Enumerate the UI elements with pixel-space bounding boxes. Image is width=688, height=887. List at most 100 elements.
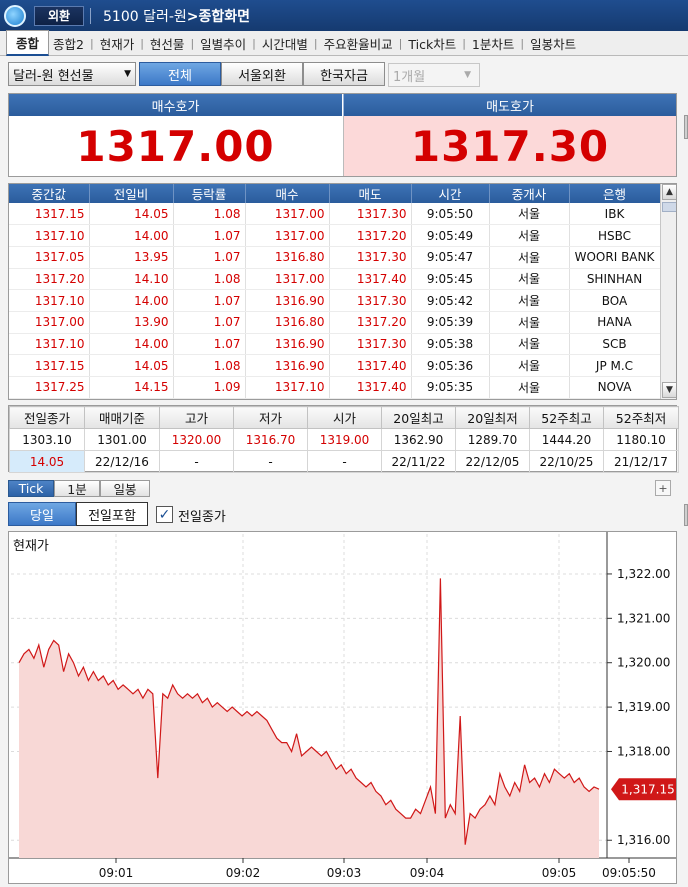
bid-value: 1317.00 xyxy=(245,268,330,291)
change-value: 14.05 xyxy=(89,354,174,377)
ask-value: 1317.40 xyxy=(329,376,412,399)
x-tick-label: 09:03 xyxy=(327,866,362,880)
col-header-broker[interactable]: 중개사 xyxy=(489,184,570,203)
mid-value: 1317.10 xyxy=(9,289,90,312)
tab-tick[interactable]: Tick xyxy=(8,480,54,497)
instrument-select[interactable]: 달러-원 현선물 ▼ xyxy=(8,62,136,86)
broker-value: 서울 xyxy=(489,246,570,269)
change-rate-value: 1.07 xyxy=(173,246,246,269)
tab-daily-trend[interactable]: 일별추이 xyxy=(196,34,250,53)
y-tick-label: 1,318.00 xyxy=(617,744,670,758)
tab-divider: | xyxy=(313,36,318,50)
change-value: 14.00 xyxy=(89,289,174,312)
tab-tick-chart[interactable]: Tick차트 xyxy=(404,34,460,53)
table-row[interactable]: 1317.15 14.05 1.08 1316.90 1317.40 9:05:36 서울 J… xyxy=(9,354,661,377)
table-row[interactable]: 1317.00 13.90 1.07 1316.80 1317.20 9:05:39 서울 H… xyxy=(9,311,661,334)
bank-value: IBK xyxy=(569,203,661,226)
y-tick-label: 1,321.00 xyxy=(617,611,670,625)
change-value: 13.90 xyxy=(89,311,174,334)
summary-header: 20일최고 xyxy=(381,406,456,429)
y-tick-label: 1,319.00 xyxy=(617,700,670,714)
col-header-bank[interactable]: 은행 xyxy=(569,184,661,203)
tab-1min-chart[interactable]: 1분차트 xyxy=(468,34,518,53)
tab-overview2[interactable]: 종합2 xyxy=(49,34,88,53)
tab-overview[interactable]: 종합 xyxy=(6,30,50,56)
prev-close-checkbox[interactable]: ✓ xyxy=(156,506,173,523)
change-value: 14.00 xyxy=(89,333,174,356)
change-rate-value: 1.07 xyxy=(173,289,246,312)
low-20d-date: 22/12/05 xyxy=(455,450,530,473)
high-20d-date: 22/11/22 xyxy=(381,450,456,473)
summary-header: 고가 xyxy=(159,406,234,429)
bank-value: JP M.C xyxy=(569,354,661,377)
tab-daily-chart[interactable]: 일봉차트 xyxy=(526,34,580,53)
table-row[interactable]: 1317.10 14.00 1.07 1316.90 1317.30 9:05:38 서울 S… xyxy=(9,333,661,356)
table-row[interactable]: 1317.20 14.10 1.08 1317.00 1317.40 9:05:45 서울 S… xyxy=(9,268,661,291)
table-row[interactable]: 1317.10 14.00 1.07 1317.00 1317.20 9:05:49 서울 H… xyxy=(9,224,661,247)
tab-daily[interactable]: 일봉 xyxy=(100,480,150,497)
trade-scrollbar[interactable]: ▲ ▼ xyxy=(660,184,676,399)
chevron-down-icon: ▼ xyxy=(124,69,131,79)
tab-rate-compare[interactable]: 주요환율비교 xyxy=(320,34,397,53)
bank-value: BOA xyxy=(569,289,661,312)
tab-divider: | xyxy=(252,36,256,50)
change-rate-value: 1.08 xyxy=(173,203,246,226)
current-price-label: 1,317.15 xyxy=(621,783,674,797)
filter-all-button[interactable]: 전체 xyxy=(139,62,221,86)
summary-header: 52주최저 xyxy=(603,406,679,429)
today-button[interactable]: 당일 xyxy=(8,502,76,526)
table-row[interactable]: 1317.05 13.95 1.07 1316.80 1317.30 9:05:47 서울 W… xyxy=(9,246,661,269)
table-row[interactable]: 1317.25 14.15 1.09 1317.10 1317.40 9:05:35 서울 N… xyxy=(9,376,661,399)
ask-value: 1317.20 xyxy=(329,224,412,247)
summary-dates-row: 14.05 22/12/16 - - - 22/11/22 22/12/05 2… xyxy=(9,450,679,473)
low-52w-value: 1180.10 xyxy=(603,428,679,451)
screen-code-title: 5100 달러-원 xyxy=(103,8,187,25)
y-tick-label: 1,320.00 xyxy=(617,656,670,670)
bid-value: 1317.00 xyxy=(245,203,330,226)
fx-menu-badge[interactable]: 외환 xyxy=(34,5,84,26)
tab-by-time[interactable]: 시간대별 xyxy=(258,34,312,53)
period-select[interactable]: 1개월 ▼ xyxy=(388,63,480,87)
high-value: 1320.00 xyxy=(159,428,234,451)
filter-seoul-button[interactable]: 서울외환 xyxy=(221,62,303,86)
filter-korea-button[interactable]: 한국자금 xyxy=(303,62,385,86)
scroll-down-icon[interactable]: ▼ xyxy=(662,382,676,398)
ask-value: 1317.40 xyxy=(329,268,412,291)
time-value: 9:05:45 xyxy=(411,268,490,291)
broker-value: 서울 xyxy=(489,224,570,247)
low-value: 1316.70 xyxy=(233,428,308,451)
change-rate-value: 1.09 xyxy=(173,376,246,399)
ask-value: 1317.30 xyxy=(329,333,412,356)
add-icon[interactable]: + xyxy=(655,480,671,496)
low-52w-date: 21/12/17 xyxy=(603,450,679,473)
base-rate-value: 1301.00 xyxy=(84,428,160,451)
open-date: - xyxy=(307,450,382,473)
tab-current-price[interactable]: 현재가 xyxy=(96,34,139,53)
screen-title: 5100 달러-원>종합화면 xyxy=(103,6,250,26)
tab-1min[interactable]: 1분 xyxy=(54,480,100,497)
x-tick-label: 09:01 xyxy=(99,866,134,880)
col-header-ask[interactable]: 매도 xyxy=(329,184,412,203)
bank-value: HANA xyxy=(569,311,661,334)
low-20d-value: 1289.70 xyxy=(455,428,530,451)
col-header-bid[interactable]: 매수 xyxy=(245,184,330,203)
scroll-up-icon[interactable]: ▲ xyxy=(662,184,676,200)
ask-value: 1317.30 xyxy=(329,203,412,226)
table-row[interactable]: 1317.15 14.05 1.08 1317.00 1317.30 9:05:50 서울 I… xyxy=(9,203,661,226)
include-prev-button[interactable]: 전일포함 xyxy=(76,502,148,526)
summary-header: 시가 xyxy=(307,406,382,429)
col-header-mid[interactable]: 중간값 xyxy=(9,184,90,203)
change-value: 14.05 xyxy=(9,450,85,473)
tab-divider: | xyxy=(462,36,466,50)
table-row[interactable]: 1317.10 14.00 1.07 1316.90 1317.30 9:05:42 서울 B… xyxy=(9,289,661,312)
col-header-change-rate[interactable]: 등락률 xyxy=(173,184,246,203)
app-logo-icon xyxy=(4,4,26,27)
chart-options: 당일 전일포함 ✓ 전일종가 xyxy=(8,502,677,528)
change-value: 14.00 xyxy=(89,224,174,247)
scroll-thumb[interactable] xyxy=(662,202,676,212)
change-rate-value: 1.08 xyxy=(173,268,246,291)
tab-spot-futures[interactable]: 현선물 xyxy=(146,34,189,53)
col-header-time[interactable]: 시간 xyxy=(411,184,490,203)
col-header-change[interactable]: 전일비 xyxy=(89,184,174,203)
time-value: 9:05:35 xyxy=(411,376,490,399)
